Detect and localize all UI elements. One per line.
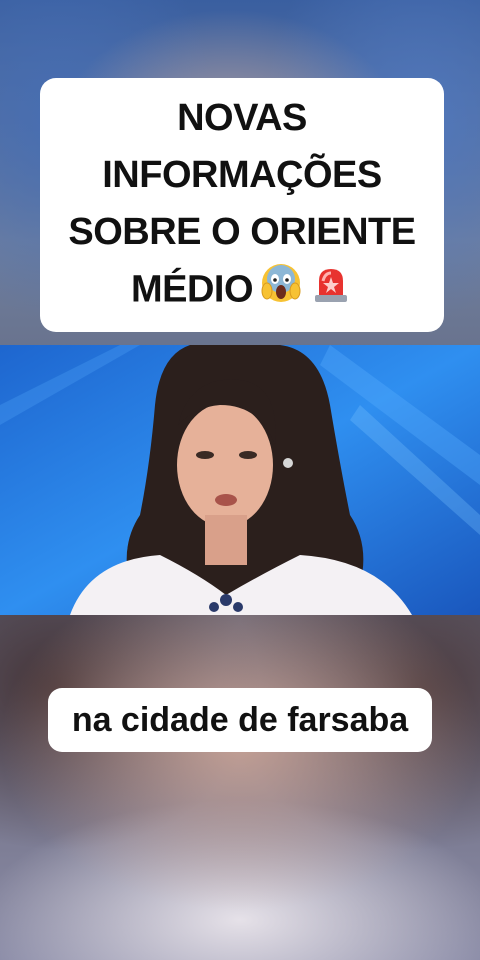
title-line-4-text: MÉDIO [130,268,254,311]
police-light-icon [309,261,353,322]
news-anchor-image [0,345,480,615]
screaming-face-icon [259,261,303,322]
title-line-2: INFORMAÇÕES [102,154,382,196]
title-card: NOVAS INFORMAÇÕES SOBRE O ORIENTE MÉDIO [40,78,444,332]
subtitle-caption: na cidade de farsaba [48,688,432,752]
video-frame [0,345,480,615]
title-line-4: MÉDIO [50,261,434,322]
title-line-3: SOBRE O ORIENTE [68,211,416,253]
title-line-1: NOVAS [177,97,307,139]
subtitle-text: na cidade de farsaba [71,700,409,739]
